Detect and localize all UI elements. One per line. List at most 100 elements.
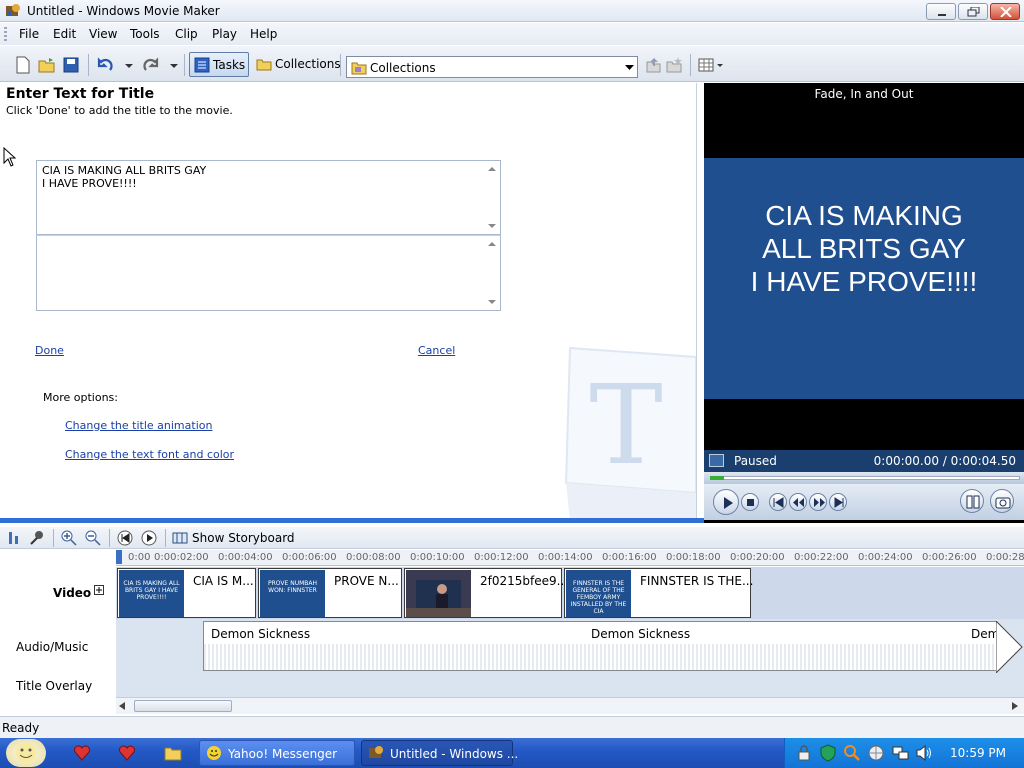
tasks-button[interactable]: Tasks [189, 52, 249, 77]
collections-dropdown-icon [351, 62, 367, 75]
heart-app-icon[interactable] [118, 744, 136, 762]
pane-splitter[interactable] [696, 83, 704, 520]
scroll-right-icon[interactable] [1012, 702, 1018, 710]
toolbar-separator [340, 54, 341, 76]
video-clip[interactable]: PROVE NUMBAH WON: FINNSTER PROVE N... [258, 568, 402, 618]
close-button[interactable] [990, 3, 1020, 20]
undo-icon[interactable] [96, 56, 114, 74]
page-title: Enter Text for Title [6, 86, 155, 102]
toolbar-separator [690, 54, 691, 76]
video-clip[interactable]: CIA IS MAKING ALL BRITS GAY I HAVE PROVE… [117, 568, 256, 618]
new-project-icon[interactable] [14, 56, 32, 74]
taskbar-movie-maker[interactable]: Untitled - Windows ... [361, 740, 518, 766]
views-dropdown-icon[interactable] [714, 56, 732, 74]
title-text-line-2: I HAVE PROVE!!!! [42, 177, 137, 190]
ruler-tick: 0:00:06:00 [282, 552, 337, 563]
clip-name: FINNSTER IS THE... [640, 574, 754, 588]
movie-maker-icon [369, 746, 383, 758]
new-collection-folder-icon[interactable] [666, 56, 684, 74]
redo-dropdown-icon[interactable] [165, 56, 183, 74]
preview-screen: CIA IS MAKING ALL BRITS GAY I HAVE PROVE… [704, 158, 1024, 399]
play-timeline-icon[interactable] [141, 530, 157, 546]
title-overlay-lane[interactable] [116, 673, 1024, 697]
svg-text:T: T [589, 361, 662, 489]
redo-icon[interactable] [142, 56, 160, 74]
change-title-animation-link[interactable]: Change the title animation [65, 419, 212, 432]
seek-bar[interactable] [704, 472, 1024, 484]
scrollbar-thumb[interactable] [134, 700, 232, 712]
network-computers-icon[interactable] [891, 744, 909, 762]
play-button[interactable] [713, 489, 739, 515]
expand-video-track-icon[interactable] [94, 585, 104, 595]
network-globe-icon[interactable] [867, 744, 885, 762]
security-shield-icon[interactable] [819, 744, 837, 762]
title-text-line-1: CIA IS MAKING ALL BRITS GAY [42, 164, 207, 177]
subtitle-text-scrollbar[interactable] [483, 236, 500, 310]
show-storyboard-button[interactable]: Show Storyboard [192, 531, 295, 545]
undo-dropdown-icon[interactable] [120, 56, 138, 74]
cancel-link[interactable]: Cancel [418, 344, 455, 357]
title-text-scrollbar[interactable] [483, 161, 500, 234]
ruler-tick: 0:00:18:00 [666, 552, 721, 563]
next-frame-button[interactable] [829, 493, 847, 511]
search-icon[interactable] [843, 744, 861, 762]
more-options-label: More options: [43, 391, 118, 404]
subtitle-text-input[interactable] [36, 235, 501, 311]
clip-name: PROVE N... [334, 574, 399, 588]
timeline-scrollbar[interactable] [116, 697, 1024, 714]
menu-tools[interactable]: Tools [130, 27, 160, 41]
ruler-tick: 0:00:24:00 [858, 552, 913, 563]
forward-button[interactable] [809, 493, 827, 511]
save-icon[interactable] [62, 56, 80, 74]
yahoo-messenger-icon [207, 746, 221, 760]
pane-bottom-border [0, 518, 704, 523]
audio-clip-name: Demon Sickness [211, 627, 311, 641]
set-audio-levels-icon[interactable] [6, 530, 22, 546]
ruler-tick: 0:00:10:00 [410, 552, 465, 563]
menu-clip[interactable]: Clip [175, 27, 198, 41]
change-font-color-link[interactable]: Change the text font and color [65, 448, 234, 461]
menu-help[interactable]: Help [250, 27, 277, 41]
playhead[interactable] [116, 550, 122, 564]
taskbar-yahoo-messenger[interactable]: Yahoo! Messenger [199, 740, 355, 766]
collections-folder-icon [256, 59, 272, 71]
done-link[interactable]: Done [35, 344, 64, 357]
title-text-input[interactable]: CIA IS MAKING ALL BRITS GAY I HAVE PROVE… [36, 160, 501, 235]
folder-icon[interactable] [164, 744, 182, 762]
menu-view[interactable]: View [89, 27, 117, 41]
timeline-ruler[interactable]: 0:00 0:00:02:00 0:00:04:00 0:00:06:00 0:00:0… [116, 550, 1024, 566]
storyboard-icon[interactable] [172, 530, 188, 546]
timeline-separator [165, 529, 166, 547]
ruler-tick: 0:00:26:00 [922, 552, 977, 563]
narrate-timeline-icon[interactable] [29, 530, 45, 546]
rewind-button[interactable] [789, 493, 807, 511]
start-button[interactable] [6, 739, 46, 767]
open-folder-icon[interactable] [38, 56, 56, 74]
volume-icon[interactable] [915, 744, 933, 762]
video-clip[interactable]: 2f0215bfee9... [404, 568, 568, 618]
previous-frame-button[interactable] [769, 493, 787, 511]
ruler-tick: 0:00 [128, 552, 151, 563]
preview-text-line-3: I HAVE PROVE!!!! [750, 266, 978, 297]
lock-icon[interactable] [795, 744, 813, 762]
track-labels: Video Audio/Music Title Overlay [0, 550, 116, 715]
split-clip-button[interactable] [960, 489, 984, 513]
up-level-icon[interactable] [644, 56, 662, 74]
menu-file[interactable]: File [19, 27, 39, 41]
menu-edit[interactable]: Edit [53, 27, 76, 41]
collections-dropdown[interactable]: Collections [346, 56, 638, 78]
heart-app-icon[interactable] [73, 744, 91, 762]
rewind-timeline-icon[interactable] [117, 530, 133, 546]
video-clip[interactable]: FINNSTER IS THE GENERAL OF THE FEMBOY AR… [564, 568, 754, 618]
restore-button[interactable] [958, 3, 988, 20]
menu-play[interactable]: Play [212, 27, 237, 41]
stop-button[interactable] [741, 493, 759, 511]
audio-clip[interactable]: Demon Sickness Demon Sickness Demo [203, 621, 997, 671]
scroll-left-icon[interactable] [119, 702, 125, 710]
collections-button[interactable]: Collections [252, 52, 341, 77]
take-picture-button[interactable] [990, 489, 1014, 513]
minimize-button[interactable] [926, 3, 956, 20]
zoom-out-icon[interactable] [85, 530, 101, 546]
zoom-in-icon[interactable] [61, 530, 77, 546]
taskbar-movie-maker-label: Untitled - Windows ... [390, 747, 519, 761]
